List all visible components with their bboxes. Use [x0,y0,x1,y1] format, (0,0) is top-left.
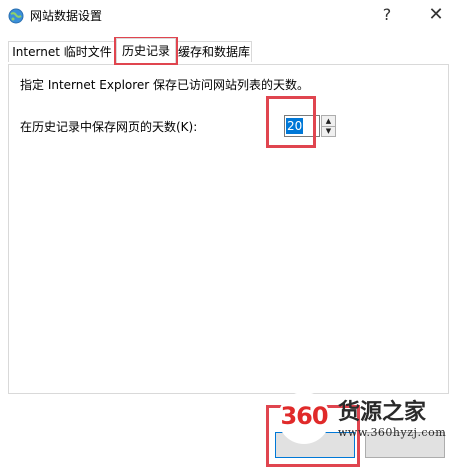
watermark-url: www.360hyzj.com [338,426,447,439]
tab-cache-and-databases[interactable]: 缓存和数据库 [176,41,252,62]
window-title: 网站数据设置 [30,9,103,23]
tab-history[interactable]: 历史记录 [116,38,176,63]
history-description: 指定 Internet Explorer 保存已访问网站列表的天数。 [20,78,310,92]
days-to-keep-input[interactable]: 20 [284,115,320,137]
days-to-keep-label: 在历史记录中保存网页的天数(K): [20,120,198,134]
watermark-logo-number: 360 [280,402,328,430]
watermark-brand: 货源之家 [338,400,427,425]
spin-down-button[interactable]: ▼ [322,126,335,136]
close-button[interactable]: ✕ [421,2,451,28]
days-spinner[interactable]: ▲ ▼ [321,115,336,137]
days-to-keep-value: 20 [286,118,304,134]
title-bar: 网站数据设置 ? ✕ [0,0,457,32]
help-button[interactable]: ? [372,2,402,28]
globe-icon [8,8,24,24]
tab-internet-temp-files[interactable]: Internet 临时文件 [8,41,116,62]
tab-strip: Internet 临时文件 历史记录 缓存和数据库 [0,38,457,64]
watermark: 360 货源之家 www.360hyzj.com [270,388,457,448]
tab-panel-history [8,64,449,394]
